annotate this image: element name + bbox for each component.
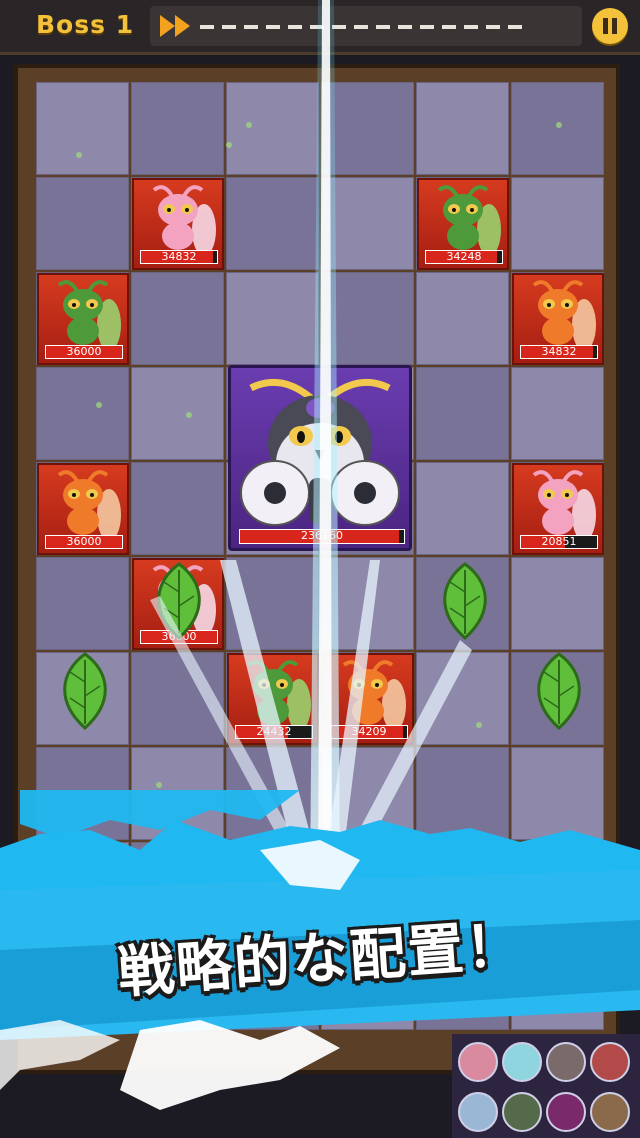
unit-portrait[interactable] <box>590 1042 630 1082</box>
unit-tray <box>452 1034 640 1138</box>
unit-portrait[interactable] <box>502 1092 542 1132</box>
unit-portrait[interactable] <box>458 1092 498 1132</box>
unit-portrait[interactable] <box>546 1042 586 1082</box>
unit-portrait[interactable] <box>502 1042 542 1082</box>
unit-portrait[interactable] <box>546 1092 586 1132</box>
game-screen: Boss 1 348323424836000348323600020851360… <box>0 0 640 1138</box>
unit-portrait[interactable] <box>458 1042 498 1082</box>
unit-portrait[interactable] <box>590 1092 630 1132</box>
